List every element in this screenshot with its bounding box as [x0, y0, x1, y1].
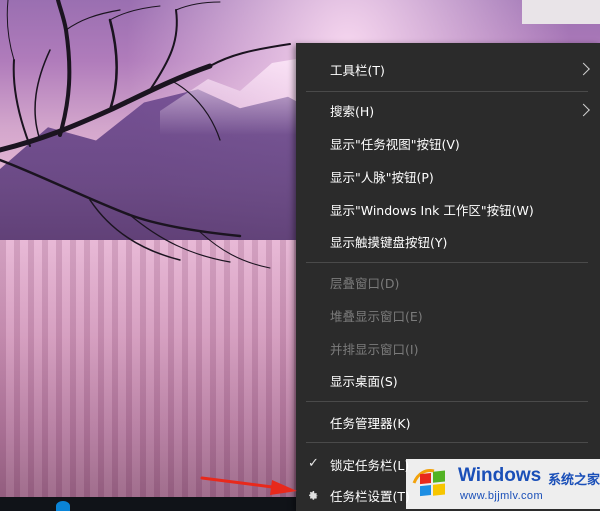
desktop-corner	[522, 0, 600, 24]
menu-item-task-manager[interactable]: 任务管理器(K)	[296, 408, 600, 436]
menu-separator	[306, 91, 588, 92]
menu-item-label: 显示"任务视图"按钮(V)	[330, 136, 460, 152]
menu-item-show-desktop[interactable]: 显示桌面(S)	[296, 366, 600, 394]
menu-item-label: 显示"人脉"按钮(P)	[330, 169, 434, 185]
menu-item-label: 搜索(H)	[330, 103, 375, 119]
menu-item-label: 显示"Windows Ink 工作区"按钮(W)	[330, 202, 534, 218]
menu-item-show-task-view[interactable]: 显示"任务视图"按钮(V)	[296, 129, 600, 157]
menu-item-label: 显示桌面(S)	[330, 373, 398, 389]
menu-item-search[interactable]: 搜索(H)	[296, 96, 600, 124]
site-watermark: Windows 系统之家 www.bjjmlv.com	[406, 459, 600, 509]
menu-separator	[306, 401, 588, 402]
gear-icon	[309, 491, 318, 500]
menu-item-cascade-windows: 层叠窗口(D)	[296, 268, 600, 296]
menu-item-label: 任务管理器(K)	[330, 415, 411, 431]
taskbar-app-icon[interactable]	[56, 501, 70, 511]
taskbar-context-menu: 工具栏(T) 搜索(H) 显示"任务视图"按钮(V) 显示"人脉"按钮(P) 显…	[296, 43, 600, 511]
menu-item-label: 锁定任务栏(L)	[330, 457, 410, 473]
menu-item-show-people[interactable]: 显示"人脉"按钮(P)	[296, 162, 600, 190]
menu-item-label: 并排显示窗口(I)	[330, 341, 419, 357]
menu-item-show-windows-ink[interactable]: 显示"Windows Ink 工作区"按钮(W)	[296, 195, 600, 223]
menu-item-label: 显示触摸键盘按钮(Y)	[330, 234, 448, 250]
windows-logo-icon	[412, 469, 445, 497]
menu-separator	[306, 442, 588, 443]
menu-item-label: 堆叠显示窗口(E)	[330, 308, 423, 324]
menu-item-label: 任务栏设置(T)	[330, 488, 410, 504]
chevron-right-icon	[577, 103, 590, 117]
menu-item-show-touch-keyboard[interactable]: 显示触摸键盘按钮(Y)	[296, 227, 600, 255]
menu-item-side-by-side-windows: 并排显示窗口(I)	[296, 334, 600, 362]
menu-separator	[306, 262, 588, 263]
chevron-right-icon	[577, 62, 590, 76]
menu-item-label: 层叠窗口(D)	[330, 275, 400, 291]
watermark-subtitle: 系统之家	[548, 473, 600, 488]
red-pointer-arrow	[200, 476, 297, 495]
menu-item-label: 工具栏(T)	[330, 62, 385, 78]
watermark-title: Windows	[458, 465, 542, 486]
wallpaper-tree	[0, 0, 291, 269]
menu-item-toolbars[interactable]: 工具栏(T)	[296, 55, 600, 83]
menu-item-stack-windows: 堆叠显示窗口(E)	[296, 301, 600, 329]
watermark-url: www.bjjmlv.com	[460, 490, 544, 502]
checkmark-icon: ✓	[308, 455, 319, 471]
